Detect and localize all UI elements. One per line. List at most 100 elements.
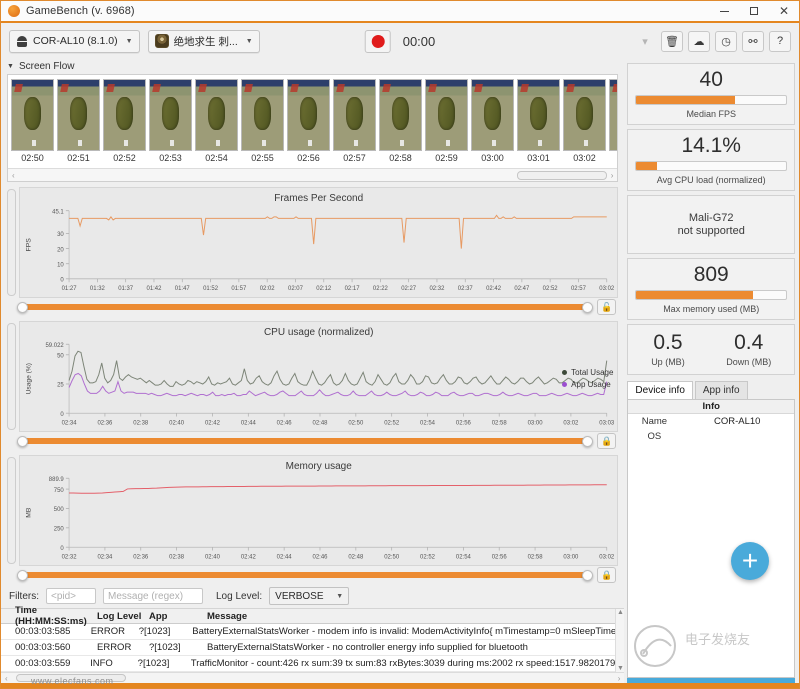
info-body: Info NameCOR-AL10OS 电子发烧友 www.elecfans.c… (627, 399, 795, 678)
screen-flow-frame[interactable]: 03:00 (471, 79, 514, 168)
screen-flow-scroll-thumb[interactable] (517, 171, 607, 180)
slider-fill (19, 304, 591, 310)
slider-knob-left[interactable] (17, 436, 28, 447)
lock-icon[interactable]: 🔒 (597, 567, 616, 583)
frame-thumbnail (517, 79, 560, 151)
screen-flow-frame[interactable]: 03:02 (563, 79, 606, 168)
log-time: 00:03:03:559 (1, 658, 90, 669)
scroll-up-icon[interactable]: ▲ (617, 609, 624, 616)
wifi-icon[interactable]: ▾ (634, 31, 656, 52)
screen-flow-frame[interactable]: 02:56 (287, 79, 330, 168)
chevron-down-icon: ▼ (126, 38, 133, 45)
table-row[interactable]: 00:03:03:559INFO?[1023]TrafficMonitor - … (1, 656, 624, 672)
chart-range-slider-row: 🔓 (7, 298, 618, 316)
screen-flow-frame[interactable]: 03:03 (609, 79, 617, 168)
svg-text:01:37: 01:37 (118, 285, 133, 292)
screen-flow-frame[interactable]: 02:58 (379, 79, 422, 168)
metrics-sidebar: 40 Median FPS 14.1% Avg CPU load (normal… (624, 59, 799, 683)
app-selector[interactable]: 绝地求生 刺... ▼ (148, 30, 260, 53)
chart-plot-area[interactable]: Frames Per Second010203045.101:2701:3201… (19, 187, 618, 298)
log-vertical-scrollbar[interactable]: ▲ ▼ (615, 609, 624, 672)
chart-vertical-scrollbar[interactable] (7, 189, 16, 296)
scroll-left-icon[interactable]: ‹ (10, 171, 17, 180)
scroll-right-icon[interactable]: › (609, 171, 616, 180)
frame-thumbnail (11, 79, 54, 151)
svg-text:02:57: 02:57 (571, 285, 586, 292)
svg-text:03:02: 03:02 (599, 285, 614, 292)
chart-range-slider-row: 🔒 (7, 432, 618, 450)
unlock-icon[interactable]: 🔓 (597, 299, 616, 315)
frame-timestamp: 02:54 (205, 153, 228, 163)
screen-flow-frame[interactable]: 02:55 (241, 79, 284, 168)
maximize-button[interactable] (739, 1, 769, 21)
table-row[interactable]: 00:03:03:585ERROR?[1023]BatteryExternalS… (1, 624, 624, 640)
screen-flow-header[interactable]: ▼ Screen Flow (1, 59, 624, 74)
screen-flow-frame[interactable]: 03:01 (517, 79, 560, 168)
add-marker-button[interactable]: + (731, 542, 769, 580)
message-filter-input[interactable] (103, 588, 203, 604)
chart-row: CPU usage (normalized)0255059.02202:3402… (7, 321, 618, 432)
record-button[interactable] (365, 30, 391, 53)
screen-flow-frame[interactable]: 02:57 (333, 79, 376, 168)
log-level-select[interactable]: VERBOSE ▼ (269, 587, 349, 605)
svg-text:02:52: 02:52 (420, 553, 436, 560)
chart-vertical-scrollbar[interactable] (7, 323, 16, 430)
tab-app-info[interactable]: App info (695, 381, 748, 399)
info-value: COR-AL10 (680, 416, 794, 427)
share-icon[interactable]: ⚯ (742, 31, 764, 52)
chart-range-slider[interactable] (19, 435, 591, 447)
chart-vertical-scrollbar[interactable] (7, 457, 16, 564)
svg-text:01:42: 01:42 (147, 285, 162, 292)
scroll-left-icon[interactable]: ‹ (3, 674, 10, 683)
main-body: ▼ Screen Flow 02:5002:5102:5202:5302:540… (1, 59, 799, 683)
frame-timestamp: 02:59 (435, 153, 458, 163)
network-down-label: Down (MB) (726, 357, 771, 367)
help-icon[interactable]: ? (769, 31, 791, 52)
minimize-button[interactable] (709, 1, 739, 21)
close-button[interactable]: ✕ (769, 1, 799, 21)
device-selector[interactable]: COR-AL10 (8.1.0) ▼ (9, 30, 140, 53)
svg-text:02:52: 02:52 (543, 285, 558, 292)
screen-flow-frame[interactable]: 02:51 (57, 79, 100, 168)
chart-range-slider[interactable] (19, 569, 591, 581)
series-total-usage (69, 351, 607, 386)
screen-flow-frame[interactable]: 02:50 (11, 79, 54, 168)
scroll-right-icon[interactable]: › (616, 674, 623, 683)
svg-text:01:47: 01:47 (175, 285, 190, 292)
slider-knob-left[interactable] (17, 570, 28, 581)
svg-text:50: 50 (57, 352, 64, 359)
screen-flow-frame[interactable]: 02:52 (103, 79, 146, 168)
left-column: ▼ Screen Flow 02:5002:5102:5202:5302:540… (1, 59, 624, 683)
slider-knob-right[interactable] (582, 302, 593, 313)
chart-legend: Total UsageApp Usage (562, 368, 613, 389)
screen-flow-frame[interactable]: 02:54 (195, 79, 238, 168)
avg-cpu-bar (635, 161, 787, 171)
slider-knob-left[interactable] (17, 302, 28, 313)
svg-text:500: 500 (54, 506, 65, 513)
tab-device-info[interactable]: Device info (627, 381, 692, 399)
frame-thumbnail (471, 79, 514, 151)
chart-svg: 0255059.02202:3402:3602:3802:4002:4202:4… (20, 322, 617, 431)
scroll-down-icon[interactable]: ▼ (617, 665, 624, 672)
frame-timestamp: 03:00 (481, 153, 504, 163)
chart-plot-area[interactable]: CPU usage (normalized)0255059.02202:3402… (19, 321, 618, 432)
chart-plot-area[interactable]: Memory usage0250500750889.902:3202:3402:… (19, 455, 618, 566)
median-fps-value: 40 (700, 69, 723, 91)
cloud-upload-icon[interactable]: ☁ (688, 31, 710, 52)
screen-flow-scroll-track[interactable] (19, 171, 607, 180)
clock-icon[interactable]: ◷ (715, 31, 737, 52)
lock-icon[interactable]: 🔒 (597, 433, 616, 449)
slider-knob-right[interactable] (582, 570, 593, 581)
svg-text:02:34: 02:34 (62, 419, 78, 426)
screen-flow-scrollbar[interactable]: ‹ › (8, 168, 617, 181)
pid-filter-input[interactable] (46, 588, 96, 604)
chart-range-slider[interactable] (19, 301, 591, 313)
slider-knob-right[interactable] (582, 436, 593, 447)
svg-text:02:46: 02:46 (277, 419, 293, 426)
screen-flow-frame[interactable]: 02:59 (425, 79, 468, 168)
trash-icon[interactable]: 🗑 (661, 31, 683, 52)
screen-flow-frame[interactable]: 02:53 (149, 79, 192, 168)
legend-item: Total Usage (562, 368, 613, 377)
svg-text:02:52: 02:52 (384, 419, 400, 426)
table-row[interactable]: 00:03:03:560ERROR?[1023]BatteryExternalS… (1, 640, 624, 656)
